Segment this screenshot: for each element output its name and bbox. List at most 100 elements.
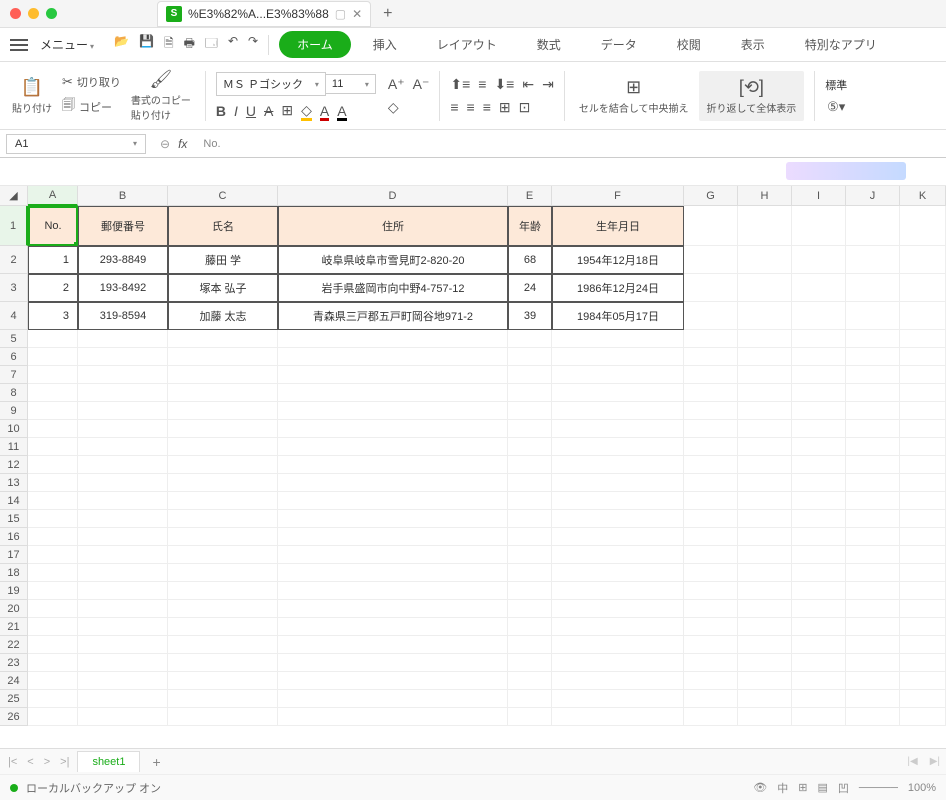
cell-empty[interactable]	[28, 384, 78, 402]
cell-empty[interactable]	[900, 636, 946, 654]
col-header-d[interactable]: D	[278, 186, 508, 206]
cell-empty[interactable]	[508, 510, 552, 528]
align-center-button[interactable]: ≡	[467, 99, 475, 115]
cell-empty[interactable]	[900, 366, 946, 384]
row-header-20[interactable]: 20	[0, 600, 28, 618]
cell-empty[interactable]	[846, 438, 900, 456]
cell-empty[interactable]	[278, 600, 508, 618]
cell-b1[interactable]: 郵便番号	[78, 206, 168, 246]
cell-empty[interactable]	[792, 402, 846, 420]
cell-empty[interactable]	[792, 708, 846, 726]
close-tab-icon[interactable]: ✕	[352, 7, 362, 21]
cell-empty[interactable]	[552, 528, 684, 546]
cell-empty[interactable]	[738, 366, 792, 384]
cell-empty[interactable]	[684, 348, 738, 366]
hscroll-left[interactable]: |◀	[907, 756, 917, 767]
cell-empty[interactable]	[684, 456, 738, 474]
strikethrough-button[interactable]: A	[264, 103, 273, 119]
zoom-level[interactable]: 100%	[908, 782, 936, 794]
cell-k4[interactable]	[900, 302, 946, 330]
cell-empty[interactable]	[278, 528, 508, 546]
cell-empty[interactable]	[684, 492, 738, 510]
align-top-button[interactable]: ⬆≡	[450, 76, 470, 93]
cell-empty[interactable]	[278, 654, 508, 672]
row-header-12[interactable]: 12	[0, 456, 28, 474]
cell-empty[interactable]	[278, 456, 508, 474]
cell-empty[interactable]	[552, 582, 684, 600]
cell-empty[interactable]	[552, 420, 684, 438]
cell-empty[interactable]	[508, 564, 552, 582]
row-header-3[interactable]: 3	[0, 274, 28, 302]
row-header-22[interactable]: 22	[0, 636, 28, 654]
format-painter-button[interactable]: 🖌 書式のコピー貼り付け	[127, 67, 195, 124]
cell-empty[interactable]	[552, 456, 684, 474]
cell-empty[interactable]	[78, 420, 168, 438]
cell-empty[interactable]	[278, 636, 508, 654]
cell-empty[interactable]	[552, 348, 684, 366]
cell-empty[interactable]	[508, 456, 552, 474]
cell-empty[interactable]	[168, 438, 278, 456]
merge-cells-button[interactable]: ⊞ セルを結合して中央揃え	[575, 75, 693, 117]
cell-empty[interactable]	[552, 438, 684, 456]
select-all-corner[interactable]: ◢	[0, 186, 28, 206]
cell-empty[interactable]	[684, 708, 738, 726]
sheet-nav-prev[interactable]: <	[25, 756, 35, 768]
cell-empty[interactable]	[792, 546, 846, 564]
cell-empty[interactable]	[552, 636, 684, 654]
cell-empty[interactable]	[792, 564, 846, 582]
cell-empty[interactable]	[278, 564, 508, 582]
row-header-24[interactable]: 24	[0, 672, 28, 690]
cell-empty[interactable]	[552, 708, 684, 726]
cell-empty[interactable]	[552, 600, 684, 618]
cell-empty[interactable]	[78, 384, 168, 402]
view-page-icon[interactable]: ▤	[817, 781, 827, 794]
cell-empty[interactable]	[900, 438, 946, 456]
tab-insert[interactable]: 挿入	[355, 31, 415, 58]
align-bottom-button[interactable]: ⬇≡	[494, 76, 514, 93]
cell-d4[interactable]: 青森県三戸郡五戸町岡谷地971-2	[278, 302, 508, 330]
cell-empty[interactable]	[684, 474, 738, 492]
cell-empty[interactable]	[684, 528, 738, 546]
col-header-h[interactable]: H	[738, 186, 792, 206]
sheet-nav-next[interactable]: >	[42, 756, 52, 768]
cell-empty[interactable]	[278, 510, 508, 528]
cell-empty[interactable]	[900, 690, 946, 708]
cell-empty[interactable]	[792, 366, 846, 384]
cell-empty[interactable]	[552, 618, 684, 636]
row-header-7[interactable]: 7	[0, 366, 28, 384]
cell-empty[interactable]	[508, 546, 552, 564]
highlight-button[interactable]: A	[337, 103, 346, 119]
cell-empty[interactable]	[508, 582, 552, 600]
open-icon[interactable]: 📂	[114, 34, 129, 55]
cell-empty[interactable]	[684, 330, 738, 348]
cell-empty[interactable]	[552, 546, 684, 564]
align-right-button[interactable]: ≡	[483, 99, 491, 115]
distribute-button[interactable]: ⊞	[499, 99, 511, 116]
cell-empty[interactable]	[278, 582, 508, 600]
cell-empty[interactable]	[900, 330, 946, 348]
cell-empty[interactable]	[738, 510, 792, 528]
tab-home[interactable]: ホーム	[279, 31, 351, 58]
cell-h1[interactable]	[738, 206, 792, 246]
cell-empty[interactable]	[792, 348, 846, 366]
cell-empty[interactable]	[738, 564, 792, 582]
cell-empty[interactable]	[168, 510, 278, 528]
cell-empty[interactable]	[28, 420, 78, 438]
currency-button[interactable]: ⑤▾	[827, 99, 845, 115]
cell-empty[interactable]	[900, 456, 946, 474]
row-header-14[interactable]: 14	[0, 492, 28, 510]
cell-empty[interactable]	[792, 672, 846, 690]
cell-empty[interactable]	[28, 600, 78, 618]
cell-empty[interactable]	[168, 654, 278, 672]
cell-e4[interactable]: 39	[508, 302, 552, 330]
cell-c1[interactable]: 氏名	[168, 206, 278, 246]
cell-empty[interactable]	[78, 492, 168, 510]
cell-b2[interactable]: 293-8849	[78, 246, 168, 274]
cell-empty[interactable]	[846, 528, 900, 546]
cell-e3[interactable]: 24	[508, 274, 552, 302]
cell-empty[interactable]	[900, 654, 946, 672]
cell-empty[interactable]	[168, 546, 278, 564]
cell-empty[interactable]	[508, 438, 552, 456]
cell-empty[interactable]	[846, 582, 900, 600]
cell-empty[interactable]	[846, 402, 900, 420]
